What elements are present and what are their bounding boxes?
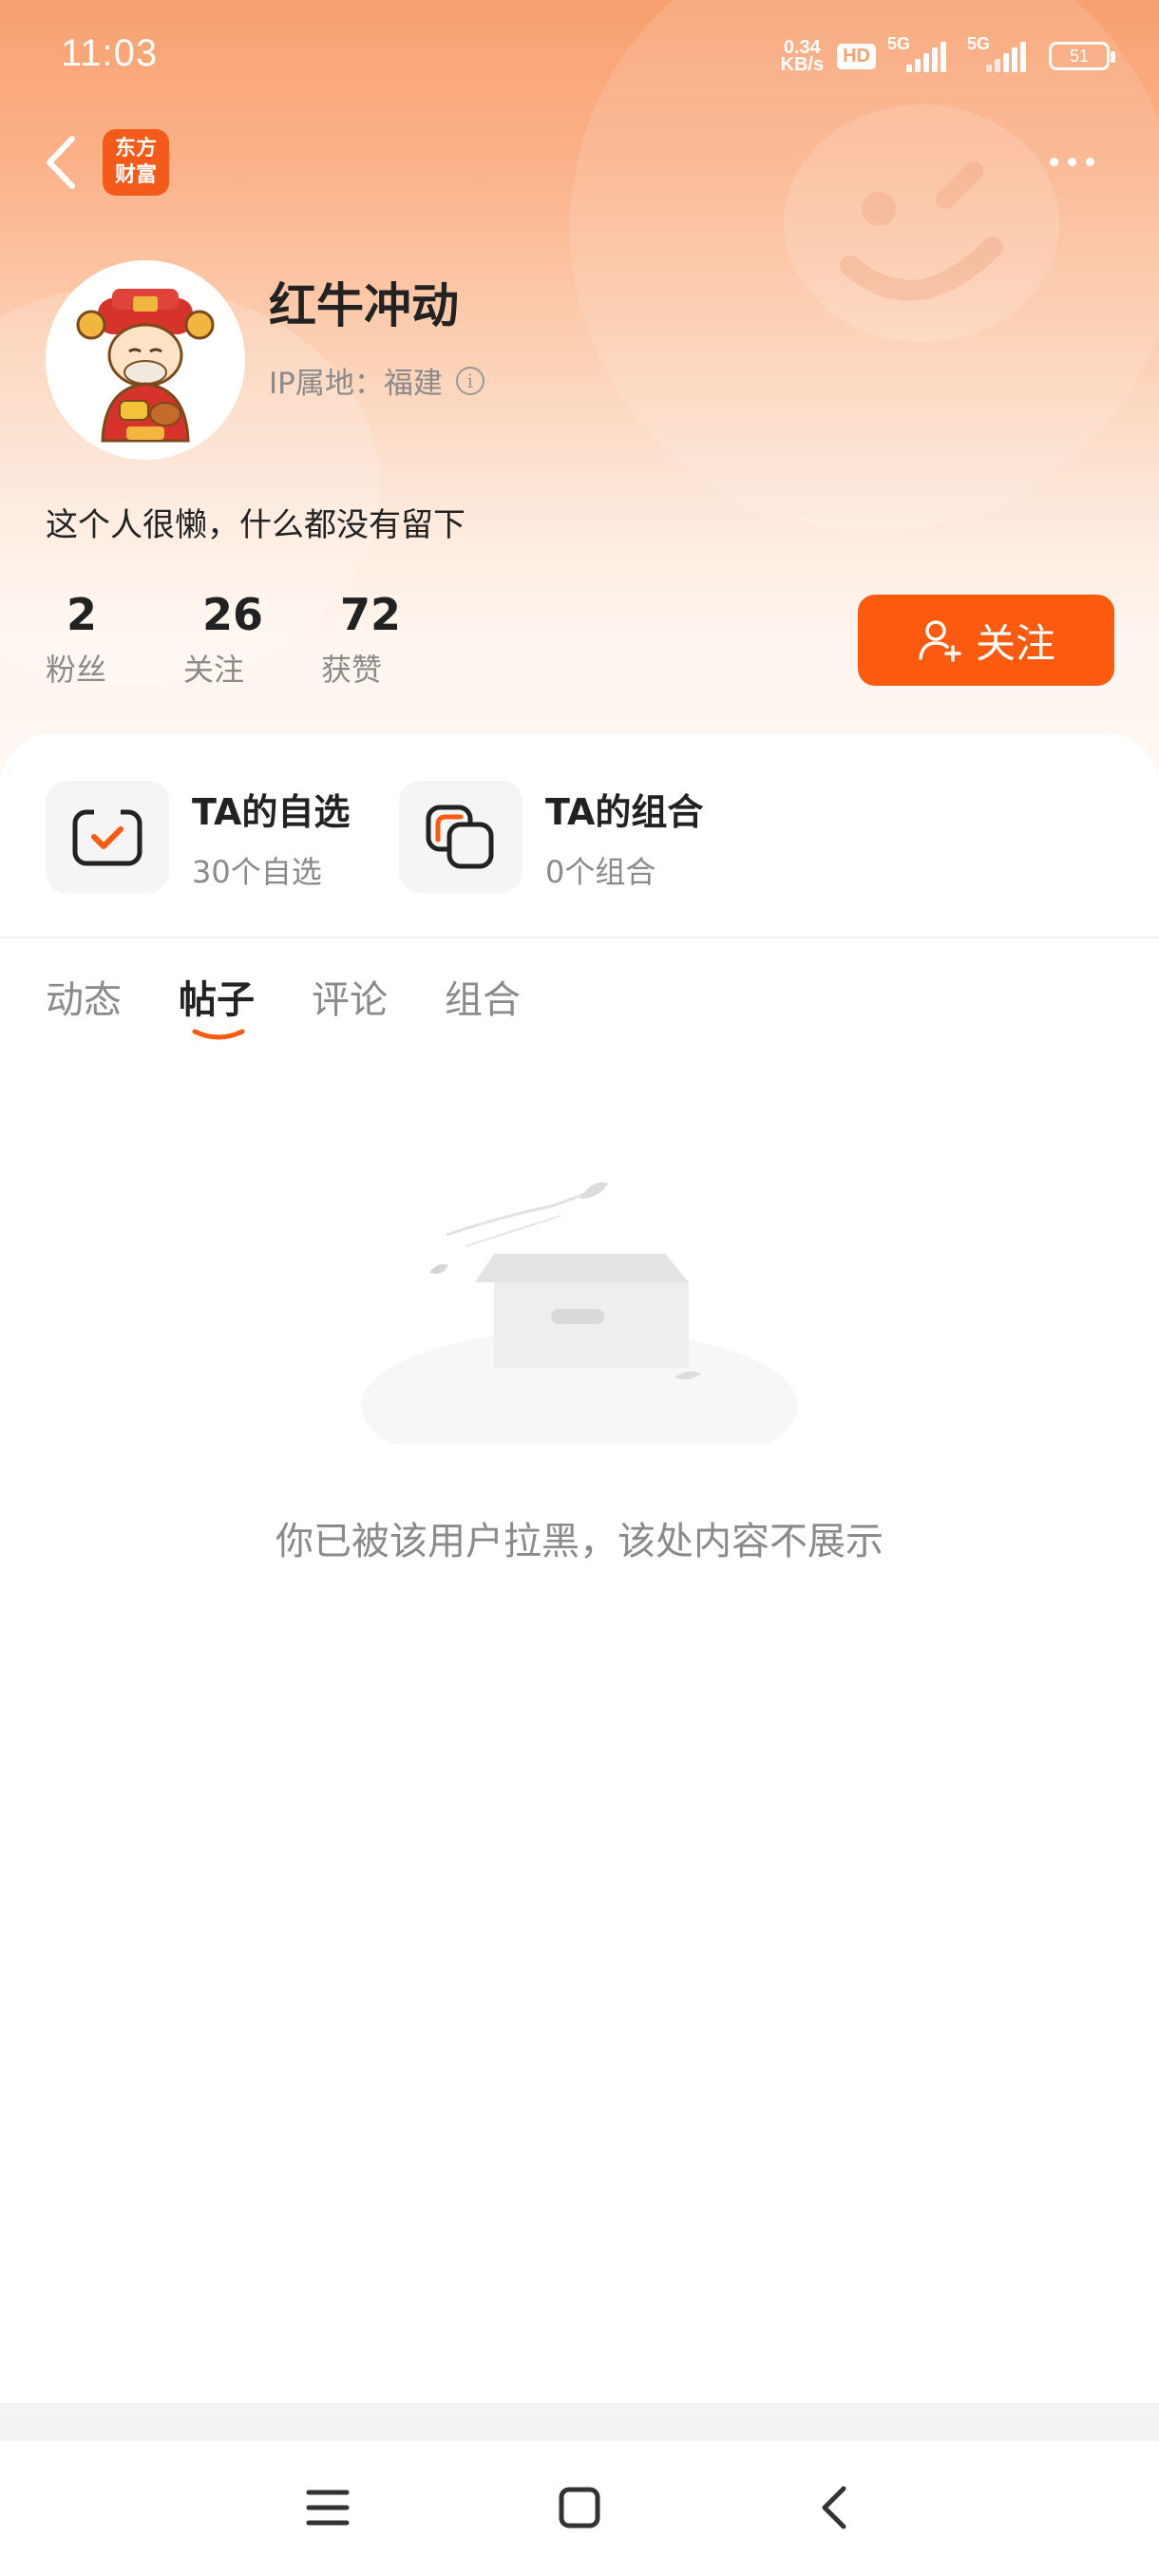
- active-tab-indicator: [192, 1029, 245, 1040]
- signal-label: 5G: [887, 34, 911, 53]
- nav-back-icon: [822, 2486, 846, 2529]
- profile-stats: 2 粉丝 26 关注 72 获赞: [46, 589, 459, 690]
- hd-icon: HD: [837, 43, 876, 69]
- signal-icon-2: 5G: [967, 34, 1036, 72]
- home-icon: [559, 2487, 600, 2529]
- stat-followers-value: 2: [66, 589, 98, 640]
- decorative-smiley-bubble: [784, 104, 1059, 342]
- app-logo[interactable]: 东方 财富: [103, 129, 169, 196]
- status-time: 11:03: [61, 32, 159, 74]
- portfolio-icon: [426, 805, 494, 869]
- stat-following-value: 26: [202, 589, 264, 640]
- empty-state-message: 你已被该用户拉黑，该处内容不展示: [276, 1520, 884, 1563]
- home-button[interactable]: [551, 2479, 608, 2536]
- empty-box-illustration: [361, 1182, 798, 1444]
- status-icons: 0.34 KB/s HD 5G 5G 51: [780, 34, 1115, 78]
- status-bar: 11:03 0.34 KB/s HD 5G 5G 51: [0, 0, 1159, 114]
- tab-activity[interactable]: 动态: [46, 969, 122, 1024]
- content-card: TA的自选 30个自选 TA的组合 0个组合 动态 帖子 评论 组合: [0, 733, 1159, 2405]
- tab-portfolios[interactable]: 组合: [445, 969, 521, 1024]
- tab-posts-label: 帖子: [179, 978, 255, 1022]
- signal-label-2: 5G: [967, 34, 991, 53]
- network-speed: 0.34 KB/s: [780, 38, 825, 75]
- nav-back-button[interactable]: [806, 2479, 863, 2536]
- user-bio: 这个人很懒，什么都没有留下: [46, 506, 466, 544]
- follow-button[interactable]: 关注: [858, 595, 1114, 686]
- signal-icon: 5G: [887, 34, 956, 72]
- system-navigation-bar: [0, 2441, 1159, 2576]
- tab-posts[interactable]: 帖子: [179, 969, 255, 1040]
- avatar-image: [76, 289, 215, 443]
- back-icon: [47, 136, 75, 189]
- avatar[interactable]: [46, 260, 245, 460]
- app-logo-line2: 财富: [114, 163, 157, 187]
- tab-comments[interactable]: 评论: [312, 969, 388, 1024]
- profile-header: 11:03 0.34 KB/s HD 5G 5G 51 东方 财富 红牛冲动 I…: [0, 0, 1159, 779]
- watchlist-title: TA的自选: [192, 790, 351, 833]
- stat-likes[interactable]: 72 获赞: [321, 589, 459, 690]
- ip-location-text: IP属地：福建: [269, 367, 443, 401]
- info-icon[interactable]: i: [455, 366, 484, 395]
- bottom-divider: [0, 2403, 1159, 2441]
- stat-following-label: 关注: [183, 652, 245, 688]
- stat-likes-label: 获赞: [321, 652, 383, 688]
- portfolio-entry[interactable]: TA的组合 0个组合: [399, 781, 703, 893]
- watchlist-count: 30个自选: [192, 853, 322, 890]
- network-speed-unit: KB/s: [780, 54, 825, 75]
- divider: [0, 937, 1159, 938]
- stat-followers-label: 粉丝: [46, 652, 107, 688]
- app-logo-line1: 东方: [114, 137, 157, 161]
- ip-location: IP属地：福建 i: [269, 359, 484, 402]
- portfolio-icon-box: [399, 781, 522, 893]
- watchlist-entry[interactable]: TA的自选 30个自选: [46, 781, 350, 893]
- profile-page: 11:03 0.34 KB/s HD 5G 5G 51 东方 财富 红牛冲动 I…: [0, 0, 1159, 2576]
- menu-icon: [306, 2490, 350, 2526]
- watchlist-icon-box: [46, 781, 169, 893]
- follow-button-label: 关注: [975, 619, 1055, 667]
- watchlist-icon: [72, 806, 142, 866]
- portfolio-count: 0个组合: [545, 853, 656, 890]
- username: 红牛冲动: [269, 278, 459, 333]
- stat-likes-value: 72: [340, 589, 402, 640]
- portfolio-title: TA的组合: [545, 790, 704, 833]
- content-tabs: 动态 帖子 评论 组合: [46, 969, 521, 1040]
- stat-following[interactable]: 26 关注: [183, 589, 321, 690]
- battery-icon: 51: [1049, 42, 1115, 70]
- stat-followers[interactable]: 2 粉丝: [46, 589, 183, 690]
- menu-button[interactable]: [299, 2479, 356, 2536]
- back-button[interactable]: [38, 129, 86, 196]
- more-icon[interactable]: [1050, 142, 1107, 180]
- add-user-icon: [919, 620, 961, 662]
